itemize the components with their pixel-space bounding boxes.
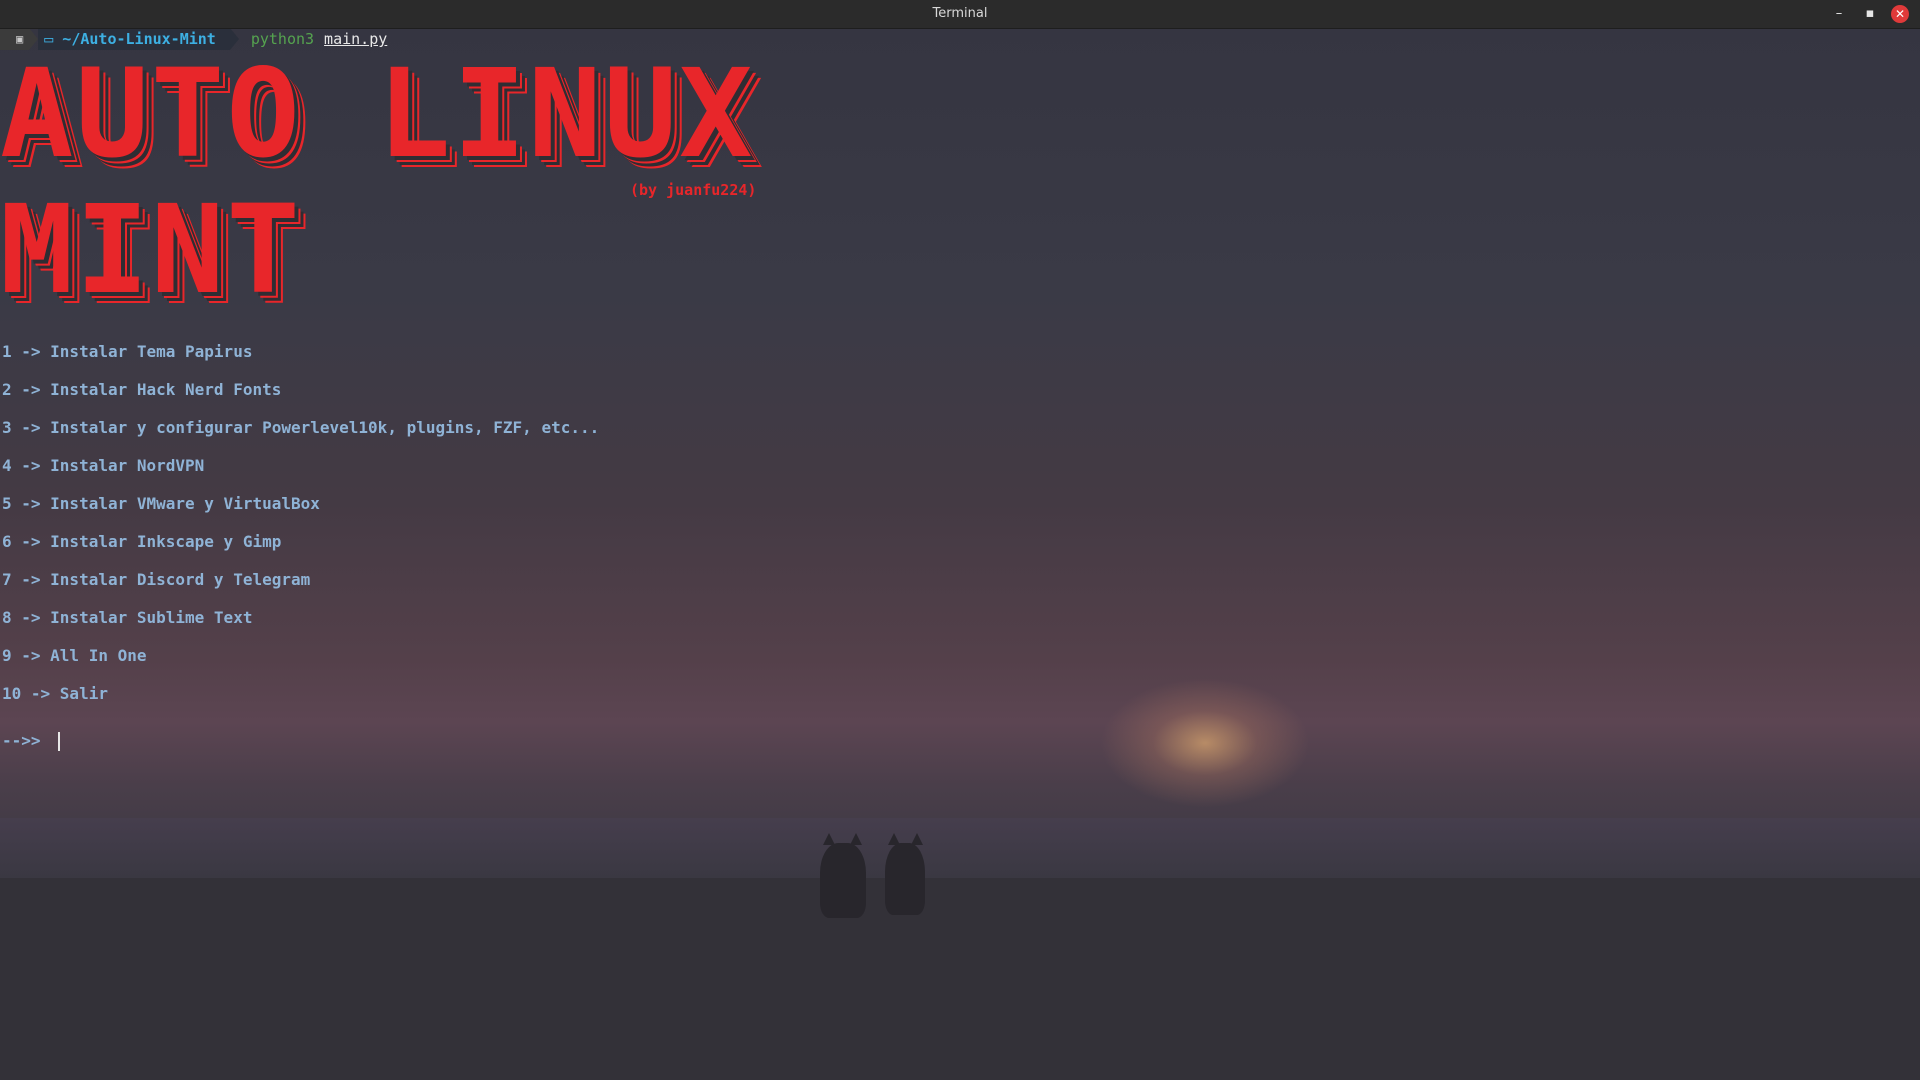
menu-option: 3 -> Instalar y configurar Powerlevel10k… [2,418,600,437]
menu-option: 5 -> Instalar VMware y VirtualBox [2,494,320,513]
terminal-content[interactable]: ▣ ▭ ~/Auto-Linux-Mint python3 main.py AU… [0,28,1920,1080]
menu-option: 7 -> Instalar Discord y Telegram [2,570,311,589]
minimize-icon[interactable]: – [1830,5,1848,23]
ascii-banner-line-1: AUTO LINUX [0,43,755,185]
window-title: Terminal [932,6,988,21]
menu-option: 6 -> Instalar Inkscape y Gimp [2,532,282,551]
menu-option: 9 -> All In One [2,646,147,665]
menu-option: 4 -> Instalar NordVPN [2,456,205,475]
menu-option: 8 -> Instalar Sublime Text [2,608,253,627]
options-menu: 1 -> Instalar Tema Papirus 2 -> Instalar… [2,333,599,713]
title-bar[interactable]: Terminal – ▪ ✕ [0,0,1920,29]
menu-option: 1 -> Instalar Tema Papirus [2,342,253,361]
menu-option: 10 -> Salir [2,684,108,703]
menu-option: 2 -> Instalar Hack Nerd Fonts [2,380,282,399]
input-prompt-line[interactable]: -->> [2,722,61,760]
maximize-icon[interactable]: ▪ [1861,5,1879,23]
ascii-banner-line-2: MINT [0,179,302,321]
terminal-window: Terminal – ▪ ✕ ▣ ▭ ~/Auto-Linux-Mint pyt… [0,0,1920,1080]
close-icon[interactable]: ✕ [1891,5,1909,23]
banner-byline: (by juanfu224) [630,181,757,199]
input-prompt: -->> [2,731,41,750]
text-cursor [58,732,61,751]
